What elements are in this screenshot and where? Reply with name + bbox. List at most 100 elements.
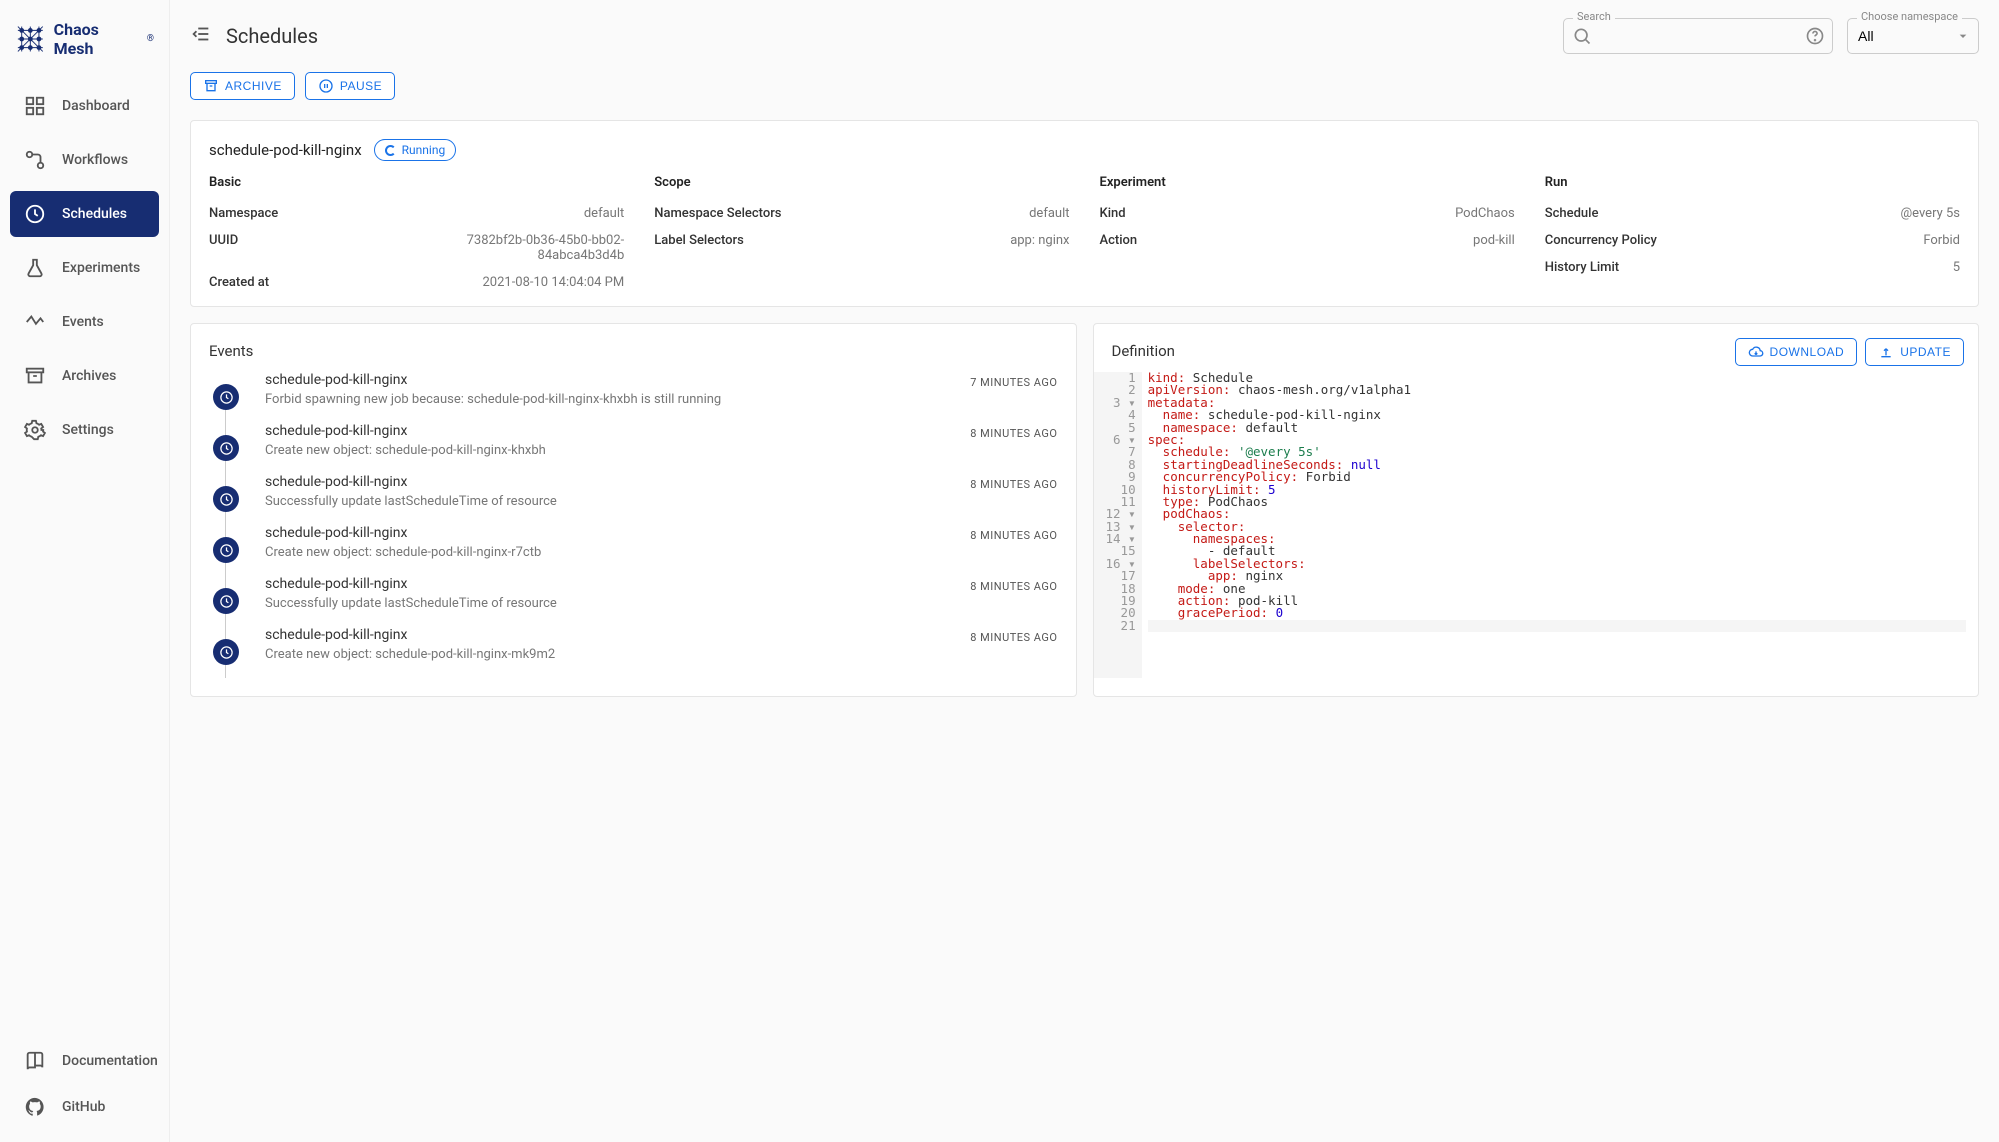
clock-icon xyxy=(213,537,239,563)
kv-key: Kind xyxy=(1100,206,1126,221)
gear-icon xyxy=(24,419,46,441)
event-time: 8 MINUTES AGO xyxy=(970,627,1057,644)
sidebar-item-documentation[interactable]: Documentation xyxy=(10,1038,159,1084)
section-title: Basic xyxy=(209,175,624,190)
archive-icon xyxy=(24,365,46,387)
kv-value: pod-kill xyxy=(1473,233,1515,248)
pause-button[interactable]: PAUSE xyxy=(305,72,395,100)
archive-icon xyxy=(203,78,219,94)
sidebar-item-label: Documentation xyxy=(62,1053,158,1069)
menu-collapse-icon xyxy=(190,23,212,45)
update-button[interactable]: UPDATE xyxy=(1865,338,1964,366)
events-list: schedule-pod-kill-nginx Forbid spawning n… xyxy=(191,372,1076,696)
archive-button[interactable]: ARCHIVE xyxy=(190,72,295,100)
sidebar-item-archives[interactable]: Archives xyxy=(10,353,159,399)
kv-value: 5 xyxy=(1953,260,1960,275)
action-row: ARCHIVE PAUSE xyxy=(190,72,1979,100)
nav-list: Dashboard Workflows Schedules Experiment… xyxy=(0,83,169,1038)
clock-icon xyxy=(213,639,239,665)
events-title: Events xyxy=(191,324,1076,372)
sidebar: Chaos Mesh® Dashboard Workflows Schedule… xyxy=(0,0,170,1142)
event-title: schedule-pod-kill-nginx xyxy=(265,576,557,592)
collapse-sidebar-button[interactable] xyxy=(190,23,212,49)
kv-key: Namespace Selectors xyxy=(654,206,781,221)
sidebar-item-label: Workflows xyxy=(62,152,128,168)
sidebar-item-label: Settings xyxy=(62,422,114,438)
topbar: Schedules Search Choose namespace All xyxy=(170,0,1999,72)
code-body: kind: ScheduleapiVersion: chaos-mesh.org… xyxy=(1142,372,1978,678)
status-text: Running xyxy=(402,143,446,157)
section-title: Run xyxy=(1545,175,1960,190)
download-cloud-icon xyxy=(1748,344,1764,360)
schedule-name: schedule-pod-kill-nginx xyxy=(209,141,362,159)
kv-key: Namespace xyxy=(209,206,278,221)
event-item[interactable]: schedule-pod-kill-nginxSuccessfully upda… xyxy=(209,576,1058,627)
page-title: Schedules xyxy=(226,24,1549,48)
kv-value: 2021-08-10 14:04:04 PM xyxy=(482,275,624,290)
book-icon xyxy=(24,1050,46,1072)
kv-key: Action xyxy=(1100,233,1138,248)
sidebar-item-settings[interactable]: Settings xyxy=(10,407,159,453)
event-item[interactable]: schedule-pod-kill-nginx Forbid spawning n… xyxy=(209,372,1058,423)
event-item[interactable]: schedule-pod-kill-nginxCreate new object… xyxy=(209,423,1058,474)
namespace-select[interactable]: All xyxy=(1847,18,1979,54)
kv-key: UUID xyxy=(209,233,238,263)
pause-button-label: PAUSE xyxy=(340,79,382,93)
event-desc: Forbid spawning new job because: schedul… xyxy=(265,392,721,407)
event-time: 8 MINUTES AGO xyxy=(970,576,1057,593)
scope-section: Scope Namespace Selectorsdefault Label S… xyxy=(654,175,1069,296)
sidebar-item-schedules[interactable]: Schedules xyxy=(10,191,159,237)
brand-text: Chaos Mesh xyxy=(54,20,139,58)
sidebar-item-label: GitHub xyxy=(62,1099,105,1115)
kv-key: History Limit xyxy=(1545,260,1619,275)
kv-value: PodChaos xyxy=(1455,206,1515,221)
sidebar-item-github[interactable]: GitHub xyxy=(10,1084,159,1130)
event-time: 8 MINUTES AGO xyxy=(970,525,1057,542)
schedule-detail-card: schedule-pod-kill-nginx Running Basic Na… xyxy=(190,120,1979,307)
section-title: Experiment xyxy=(1100,175,1515,190)
kv-key: Concurrency Policy xyxy=(1545,233,1657,248)
kv-value: 7382bf2b-0b36-45b0-bb02-84abca4b3d4b xyxy=(464,233,624,263)
event-item[interactable]: schedule-pod-kill-nginxCreate new object… xyxy=(209,627,1058,678)
logo[interactable]: Chaos Mesh® xyxy=(0,0,169,83)
clock-icon xyxy=(213,435,239,461)
sidebar-item-events[interactable]: Events xyxy=(10,299,159,345)
search-input[interactable] xyxy=(1563,18,1833,54)
upload-icon xyxy=(1878,344,1894,360)
clock-icon xyxy=(213,384,239,410)
download-button-label: DOWNLOAD xyxy=(1770,345,1845,359)
workflows-icon xyxy=(24,149,46,171)
sidebar-item-workflows[interactable]: Workflows xyxy=(10,137,159,183)
kv-value: default xyxy=(584,206,624,221)
basic-section: Basic Namespace default UUID 7382bf2b-0b36… xyxy=(209,175,624,296)
sidebar-item-experiments[interactable]: Experiments xyxy=(10,245,159,291)
namespace-field: Choose namespace All xyxy=(1847,18,1979,54)
kv-key: Label Selectors xyxy=(654,233,744,248)
sidebar-item-label: Events xyxy=(62,314,104,330)
kv-key: Schedule xyxy=(1545,206,1599,221)
clock-icon xyxy=(213,588,239,614)
main: Schedules Search Choose namespace All AR… xyxy=(170,0,1999,1142)
section-title: Scope xyxy=(654,175,1069,190)
github-icon xyxy=(24,1096,46,1118)
event-title: schedule-pod-kill-nginx xyxy=(265,423,546,439)
sidebar-item-label: Archives xyxy=(62,368,116,384)
dashboard-icon xyxy=(24,95,46,117)
run-section: Run Schedule@every 5s Concurrency Policy… xyxy=(1545,175,1960,296)
event-item[interactable]: schedule-pod-kill-nginx Create new object… xyxy=(209,525,1058,576)
download-button[interactable]: DOWNLOAD xyxy=(1735,338,1858,366)
activity-icon xyxy=(24,311,46,333)
code-editor[interactable]: 123 ▾456 ▾789101112 ▾13 ▾14 ▾1516 ▾17181… xyxy=(1094,372,1979,678)
help-icon[interactable] xyxy=(1805,26,1825,50)
event-title: schedule-pod-kill-nginx xyxy=(265,525,541,541)
event-item[interactable]: schedule-pod-kill-nginxSuccessfully upda… xyxy=(209,474,1058,525)
event-desc: Create new object: schedule-pod-kill-ngi… xyxy=(265,545,541,560)
spinner-icon xyxy=(385,145,396,156)
content: ARCHIVE PAUSE schedule-pod-kill-nginx Ru… xyxy=(170,72,1999,717)
event-title: schedule-pod-kill-nginx xyxy=(265,474,557,490)
event-title: schedule-pod-kill-nginx xyxy=(265,372,721,388)
archive-button-label: ARCHIVE xyxy=(225,79,282,93)
sidebar-item-dashboard[interactable]: Dashboard xyxy=(10,83,159,129)
experiment-section: Experiment Kind PodChaos Action pod-kill xyxy=(1100,175,1515,296)
chaos-mesh-icon xyxy=(15,23,46,55)
